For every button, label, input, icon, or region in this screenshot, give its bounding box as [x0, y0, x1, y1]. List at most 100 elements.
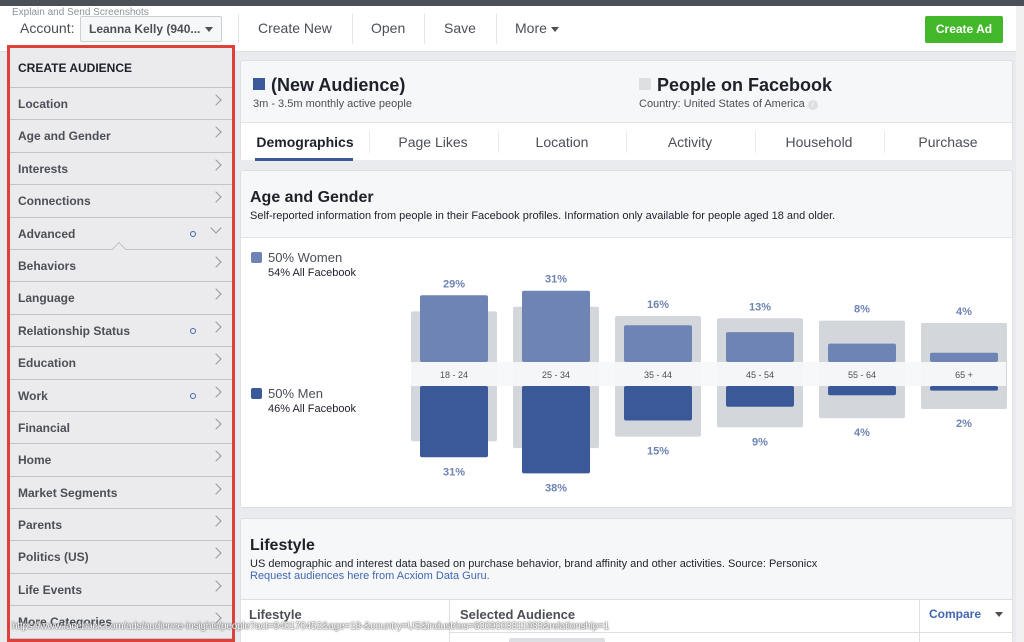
- women-bar[interactable]: [726, 332, 794, 362]
- status-bar-url: https://www.facebook.com/ads/audience-in…: [12, 621, 609, 632]
- sidebar-item-label: Advanced: [18, 226, 76, 241]
- age-gender-title: Age and Gender: [250, 189, 374, 206]
- sidebar-item-label: Life Events: [18, 582, 83, 597]
- sidebar-item-financial[interactable]: Financial: [10, 412, 232, 445]
- chevron-right-icon: [210, 256, 222, 268]
- divider: [919, 600, 920, 642]
- caret-down-icon: [550, 26, 559, 32]
- lifestyle-title: Lifestyle: [250, 537, 315, 554]
- tab-purchase[interactable]: Purchase: [884, 123, 1012, 161]
- sidebar-item-label: Relationship Status: [18, 323, 131, 338]
- women-bar[interactable]: [624, 325, 692, 362]
- women-value-label: 13%: [749, 301, 771, 313]
- sidebar-item-behaviors[interactable]: Behaviors: [10, 241, 232, 283]
- column-selected-audience[interactable]: Selected Audience: [460, 607, 575, 622]
- chevron-right-icon: [210, 288, 222, 301]
- overlay-caption: Explain and Send Screenshots: [12, 7, 149, 18]
- sidebar-item-connections[interactable]: Connections: [10, 185, 232, 218]
- divider: [496, 14, 497, 44]
- lifestyle-subtitle: US demographic and interest data based o…: [250, 558, 817, 582]
- women-value-label: 16%: [647, 299, 669, 311]
- age-gender-panel: Age and Gender Self-reported information…: [240, 170, 1013, 508]
- age-gender-subtitle: Self-reported information from people in…: [250, 210, 836, 222]
- sidebar-item-work[interactable]: Work: [10, 380, 232, 412]
- tab-activity[interactable]: Activity: [626, 123, 754, 161]
- selected-indicator-icon: [190, 230, 196, 237]
- compare-audience-country: Country: United States of America: [639, 98, 805, 110]
- chevron-right-icon: [210, 515, 222, 527]
- women-swatch: [251, 252, 262, 263]
- caret-down-icon: [995, 612, 1004, 618]
- tab-demographics[interactable]: Demographics: [241, 123, 369, 161]
- sidebar-item-politics-us[interactable]: Politics (US): [10, 541, 232, 574]
- sidebar-title: CREATE AUDIENCE: [10, 48, 232, 88]
- chevron-right-icon: [210, 321, 222, 333]
- scrollbar[interactable]: [1016, 6, 1024, 642]
- insights-tabs: Demographics Page Likes Location Activit…: [241, 122, 1012, 161]
- women-bar[interactable]: [828, 343, 896, 362]
- chevron-right-icon: [210, 159, 222, 171]
- men-bar[interactable]: [420, 386, 488, 458]
- create-ad-button[interactable]: Create Ad: [925, 16, 1003, 43]
- women-value-label: 31%: [545, 274, 567, 286]
- sidebar-item-label: Market Segments: [18, 485, 118, 500]
- create-new-button[interactable]: Create New: [258, 20, 332, 36]
- chevron-right-icon: [210, 353, 222, 365]
- sidebar-item-home[interactable]: Home: [10, 444, 232, 477]
- divider: [424, 14, 425, 44]
- men-value-label: 9%: [752, 436, 768, 448]
- open-button[interactable]: Open: [371, 20, 405, 36]
- sidebar-item-parents[interactable]: Parents: [10, 509, 232, 542]
- selected-audience-swatch: [253, 78, 265, 90]
- men-bar[interactable]: [624, 386, 692, 421]
- more-button[interactable]: More: [515, 20, 559, 36]
- age-gender-chart: 29% 31% 31% 38% 16% 15% 13% 9% 8% 4% 4% 2% 18 - 24 25…: [241, 237, 1012, 507]
- men-bar[interactable]: [726, 386, 794, 407]
- info-icon[interactable]: i: [807, 100, 818, 110]
- men-bar[interactable]: [828, 386, 896, 396]
- men-bar[interactable]: [522, 386, 590, 474]
- sidebar-item-label: Behaviors: [18, 258, 77, 273]
- audience-summary-panel: (New Audience) 3m - 3.5m monthly active …: [240, 60, 1013, 161]
- sidebar-item-language[interactable]: Language: [10, 282, 232, 315]
- acxiom-link[interactable]: Request audiences here from Acxiom Data …: [250, 570, 817, 582]
- create-audience-sidebar: CREATE AUDIENCE Location Age and Gender In…: [7, 45, 235, 642]
- account-label: Account:: [20, 20, 75, 36]
- sidebar-item-interests[interactable]: Interests: [10, 153, 232, 186]
- sidebar-item-market-segments[interactable]: Market Segments: [10, 477, 232, 510]
- sidebar-item-age-and-gender[interactable]: Age and Gender: [10, 120, 232, 153]
- column-lifestyle[interactable]: Lifestyle: [249, 607, 302, 622]
- caret-down-icon: [205, 27, 213, 32]
- tab-location[interactable]: Location: [498, 123, 626, 161]
- tab-page-likes[interactable]: Page Likes: [369, 123, 497, 161]
- sidebar-item-life-events[interactable]: Life Events: [10, 574, 232, 607]
- divider: [352, 14, 353, 44]
- men-bar[interactable]: [930, 386, 998, 391]
- women-all-facebook: 54% All Facebook: [268, 267, 357, 279]
- account-dropdown[interactable]: Leanna Kelly (940...: [80, 16, 222, 42]
- women-bar[interactable]: [522, 290, 590, 362]
- men-value-label: 38%: [545, 482, 567, 494]
- chevron-right-icon: [210, 126, 222, 139]
- chevron-right-icon: [210, 450, 222, 462]
- age-tick-label: 45 - 54: [746, 370, 774, 380]
- save-button[interactable]: Save: [444, 20, 476, 36]
- compare-audience: People on Facebook Country: United State…: [639, 75, 832, 110]
- sidebar-item-education[interactable]: Education: [10, 347, 232, 380]
- women-value-label: 29%: [443, 278, 465, 290]
- row-divider: [449, 632, 1012, 633]
- women-bar[interactable]: [420, 295, 488, 362]
- chevron-right-icon: [210, 547, 222, 560]
- sidebar-item-label: Location: [18, 97, 68, 111]
- selected-audience-title: (New Audience): [271, 75, 406, 95]
- tab-household[interactable]: Household: [755, 123, 883, 161]
- men-value-label: 31%: [443, 466, 465, 478]
- women-bar[interactable]: [930, 352, 998, 362]
- compare-dropdown[interactable]: Compare: [929, 607, 1004, 621]
- sidebar-item-label: Connections: [18, 194, 91, 209]
- compare-audience-swatch: [639, 78, 651, 90]
- sidebar-item-relationship-status[interactable]: Relationship Status: [10, 315, 232, 348]
- sidebar-item-label: Education: [18, 356, 77, 371]
- men-all-facebook: 46% All Facebook: [268, 403, 357, 415]
- sidebar-item-location[interactable]: Location: [10, 88, 232, 121]
